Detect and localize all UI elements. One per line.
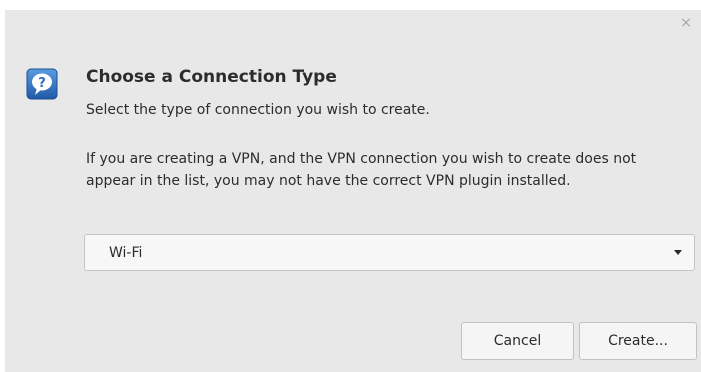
close-button[interactable]: × — [679, 16, 693, 30]
vpn-info-text: If you are creating a VPN, and the VPN c… — [86, 151, 637, 189]
connection-type-select[interactable]: Wi-Fi — [84, 234, 695, 271]
svg-text:?: ? — [38, 76, 46, 91]
cancel-button[interactable]: Cancel — [461, 322, 574, 360]
question-icon: ? — [26, 68, 58, 100]
connection-type-dialog: × ? Choose a Connection Type Select the … — [5, 10, 701, 372]
close-icon: × — [680, 15, 692, 31]
create-button[interactable]: Create... — [579, 322, 697, 360]
cancel-button-label: Cancel — [493, 333, 542, 349]
dialog-title: Choose a Connection Type — [86, 67, 337, 87]
dialog-subtitle: Select the type of connection you wish t… — [86, 102, 430, 118]
chevron-down-icon — [674, 250, 682, 255]
create-button-label: Create... — [608, 333, 668, 349]
connection-type-value: Wi-Fi — [109, 244, 143, 261]
